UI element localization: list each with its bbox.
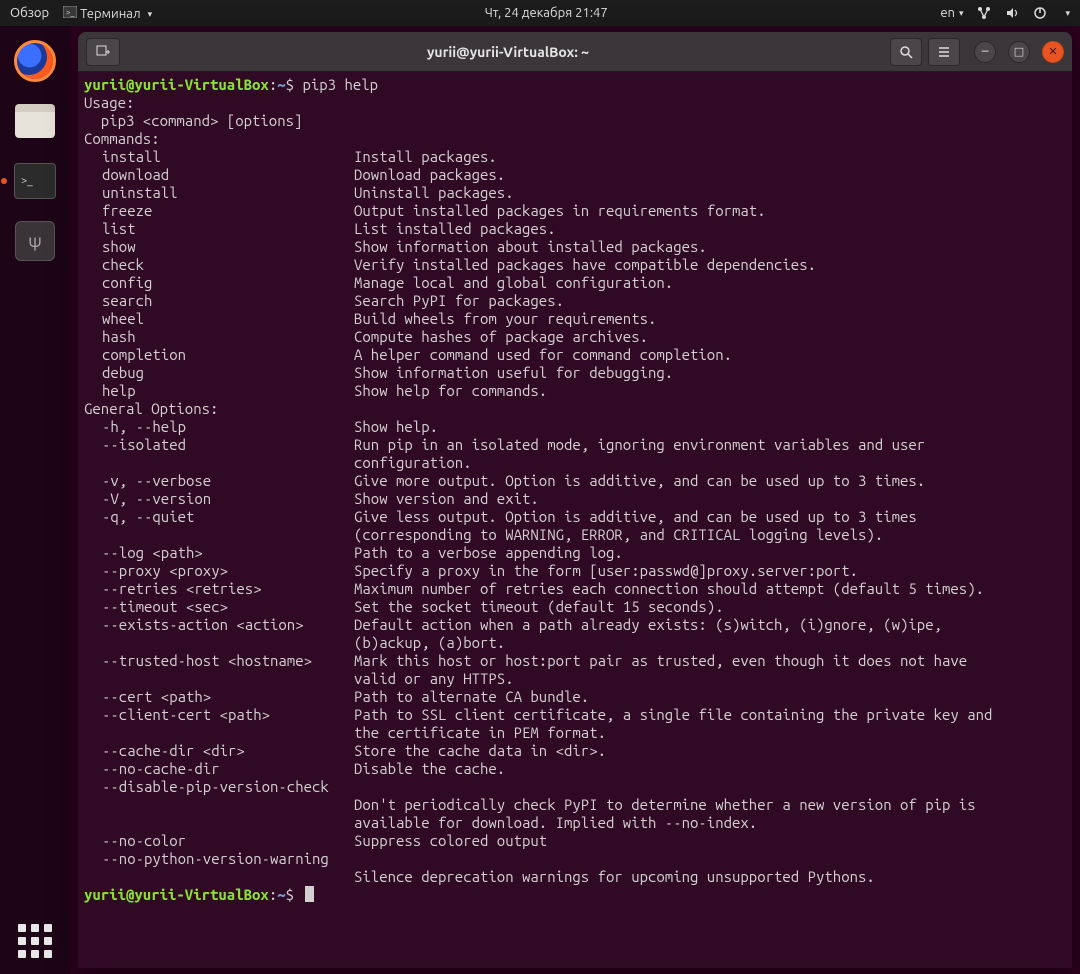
minimize-button[interactable]: ─ bbox=[974, 41, 996, 63]
help-option-row: --cert <path>Path to alternate CA bundle… bbox=[84, 688, 1066, 706]
help-command-row: completionA helper command used for comm… bbox=[84, 346, 1066, 364]
help-option-row: --client-cert <path>Path to SSL client c… bbox=[84, 706, 1066, 724]
new-tab-button[interactable] bbox=[86, 38, 120, 66]
help-command-row: downloadDownload packages. bbox=[84, 166, 1066, 184]
help-option-row: --timeout <sec>Set the socket timeout (d… bbox=[84, 598, 1066, 616]
help-option-row: --no-cache-dirDisable the cache. bbox=[84, 760, 1066, 778]
dock-firefox[interactable] bbox=[10, 36, 60, 86]
network-icon[interactable] bbox=[977, 6, 991, 20]
help-option-row: the certificate in PEM format. bbox=[84, 724, 1066, 742]
help-option-row: configuration. bbox=[84, 454, 1066, 472]
maximize-button[interactable]: □ bbox=[1008, 41, 1030, 63]
help-option-row: --isolatedRun pip in an isolated mode, i… bbox=[84, 436, 1066, 454]
terminal-icon: >_ bbox=[14, 163, 56, 199]
help-option-row: --cache-dir <dir>Store the cache data in… bbox=[84, 742, 1066, 760]
help-option-row: --log <path>Path to a verbose appending … bbox=[84, 544, 1066, 562]
dock-terminal[interactable]: >_ bbox=[10, 156, 60, 206]
help-option-row: -q, --quietGive less output. Option is a… bbox=[84, 508, 1066, 526]
help-option-row: --exists-action <action>Default action w… bbox=[84, 616, 1066, 634]
help-command-row: freezeOutput installed packages in requi… bbox=[84, 202, 1066, 220]
help-command-row: searchSearch PyPI for packages. bbox=[84, 292, 1066, 310]
help-command-row: wheelBuild wheels from your requirements… bbox=[84, 310, 1066, 328]
help-option-row: Silence deprecation warnings for upcomin… bbox=[84, 868, 1066, 886]
files-icon bbox=[15, 104, 55, 138]
terminal-content[interactable]: yurii@yurii-VirtualBox:~$ pip3 helpUsage… bbox=[78, 72, 1072, 968]
gnome-top-panel: Обзор >_ Терминал ▾ Чт, 24 декабря 21:47… bbox=[0, 0, 1080, 26]
help-option-row: (b)ackup, (a)bort. bbox=[84, 634, 1066, 652]
dock-usb-device[interactable]: ψ bbox=[10, 216, 60, 266]
window-title: yurii@yurii-VirtualBox: ~ bbox=[126, 44, 890, 60]
activities-button[interactable]: Обзор bbox=[10, 6, 49, 20]
help-option-row: -h, --helpShow help. bbox=[84, 418, 1066, 436]
terminal-app-icon: >_ bbox=[63, 5, 77, 19]
keyboard-layout-indicator[interactable]: en▾ bbox=[940, 6, 963, 20]
help-option-row: -v, --verboseGive more output. Option is… bbox=[84, 472, 1066, 490]
help-option-row: --proxy <proxy>Specify a proxy in the fo… bbox=[84, 562, 1066, 580]
help-option-row: Don't periodically check PyPI to determi… bbox=[84, 796, 1066, 814]
help-command-row: configManage local and global configurat… bbox=[84, 274, 1066, 292]
help-option-row: --retries <retries>Maximum number of ret… bbox=[84, 580, 1066, 598]
focused-app-menu[interactable]: >_ Терминал ▾ bbox=[63, 5, 152, 21]
help-option-row: --no-colorSuppress colored output bbox=[84, 832, 1066, 850]
help-option-row: --disable-pip-version-check bbox=[84, 778, 1066, 796]
focused-app-label: Терминал bbox=[80, 7, 140, 21]
help-option-row: available for download. Implied with --n… bbox=[84, 814, 1066, 832]
help-command-row: helpShow help for commands. bbox=[84, 382, 1066, 400]
help-command-row: uninstallUninstall packages. bbox=[84, 184, 1066, 202]
help-command-row: listList installed packages. bbox=[84, 220, 1066, 238]
hamburger-menu-button[interactable] bbox=[928, 38, 960, 66]
terminal-window: yurii@yurii-VirtualBox: ~ ─ □ ✕ yurii@yu… bbox=[78, 32, 1072, 968]
usb-icon: ψ bbox=[15, 221, 55, 261]
help-option-row: (corresponding to WARNING, ERROR, and CR… bbox=[84, 526, 1066, 544]
system-menu-chevron-icon[interactable]: ▾ bbox=[1065, 8, 1070, 19]
dock: >_ ψ bbox=[0, 26, 70, 974]
dock-files[interactable] bbox=[10, 96, 60, 146]
show-applications-button[interactable] bbox=[18, 924, 52, 958]
help-option-row: --trusted-host <hostname>Mark this host … bbox=[84, 652, 1066, 670]
close-button[interactable]: ✕ bbox=[1042, 41, 1064, 63]
search-button[interactable] bbox=[890, 38, 922, 66]
svg-text:>_: >_ bbox=[66, 8, 75, 17]
help-option-row: -V, --versionShow version and exit. bbox=[84, 490, 1066, 508]
help-command-row: checkVerify installed packages have comp… bbox=[84, 256, 1066, 274]
firefox-icon bbox=[14, 40, 56, 82]
help-option-row: valid or any HTTPS. bbox=[84, 670, 1066, 688]
power-icon[interactable] bbox=[1033, 6, 1047, 20]
titlebar[interactable]: yurii@yurii-VirtualBox: ~ ─ □ ✕ bbox=[78, 32, 1072, 72]
help-command-row: debugShow information useful for debuggi… bbox=[84, 364, 1066, 382]
clock[interactable]: Чт, 24 декабря 21:47 bbox=[152, 6, 940, 20]
volume-icon[interactable] bbox=[1005, 6, 1019, 20]
help-option-row: --no-python-version-warning bbox=[84, 850, 1066, 868]
help-command-row: showShow information about installed pac… bbox=[84, 238, 1066, 256]
help-command-row: hashCompute hashes of package archives. bbox=[84, 328, 1066, 346]
help-command-row: installInstall packages. bbox=[84, 148, 1066, 166]
